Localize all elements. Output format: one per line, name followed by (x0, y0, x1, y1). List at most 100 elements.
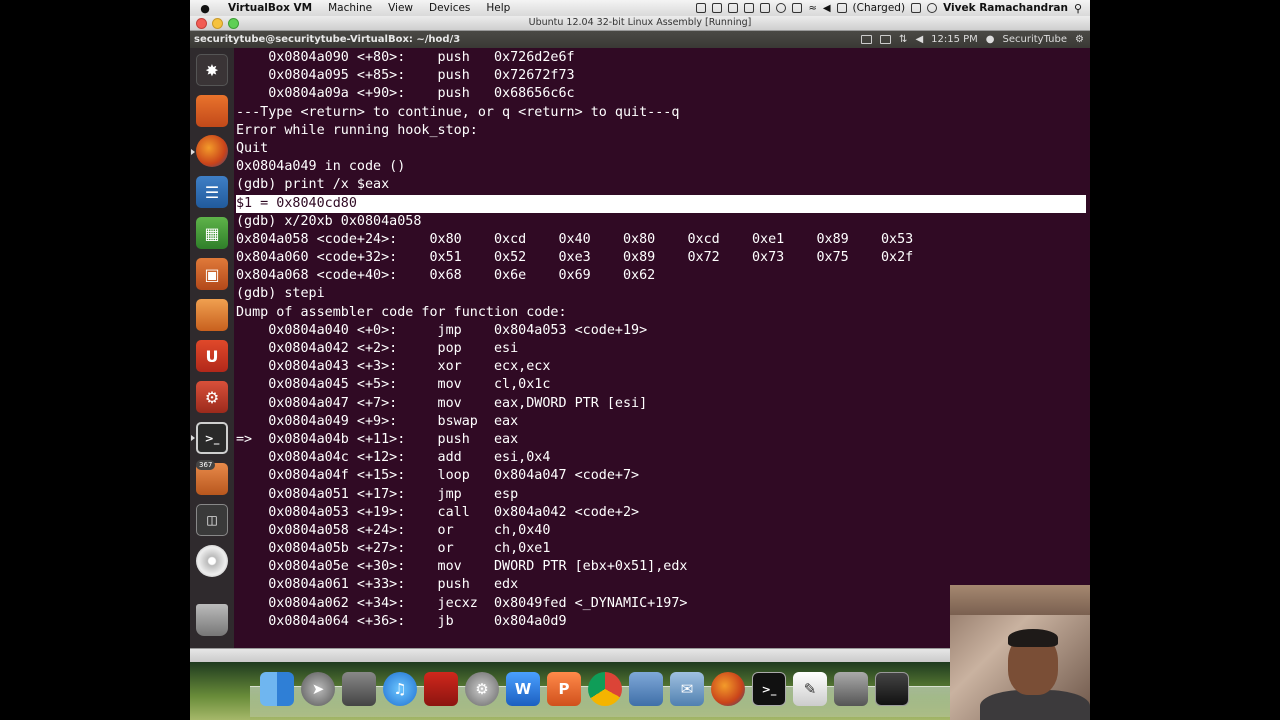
workspaces-icon[interactable]: ◫ (196, 504, 228, 536)
sound-indicator-icon[interactable]: ◀ (915, 34, 923, 45)
firefox-icon[interactable] (196, 135, 228, 167)
terminal-line[interactable]: 0x0804a049 in code () (236, 158, 1086, 176)
terminal-line[interactable]: 0x0804a095 <+85>: push 0x72672f73 (236, 67, 1086, 85)
firefox-icon[interactable] (711, 672, 745, 706)
impress-icon[interactable]: ▣ (196, 258, 228, 290)
network-indicator-icon[interactable]: ⇅ (899, 34, 907, 45)
terminal-line[interactable]: ---Type <return> to continue, or q <retu… (236, 104, 1086, 122)
running-indicator (191, 149, 195, 155)
ubuntu-launcher: ✸ ☰ ▦ ▣ U ⚙ >_ 367 ◫ (190, 48, 235, 648)
presenter-hair (1008, 629, 1058, 647)
battery-indicator-icon[interactable] (880, 35, 892, 44)
session-gear-icon[interactable]: ⚙ (1075, 34, 1084, 45)
terminal-icon[interactable]: >_ (752, 672, 786, 706)
writer-icon[interactable]: ☰ (196, 176, 228, 208)
terminal-line[interactable]: 0x804a068 <code+40>: 0x68 0x6e 0x69 0x62 (236, 267, 1086, 285)
terminal-line[interactable]: (gdb) stepi (236, 285, 1086, 303)
terminal-line[interactable]: 0x0804a053 <+19>: call 0x804a042 <code+2… (236, 504, 1086, 522)
terminal-line[interactable]: 0x0804a05b <+27>: or ch,0xe1 (236, 540, 1086, 558)
textedit-icon[interactable]: ✎ (793, 672, 827, 706)
panel-clock[interactable]: 12:15 PM (931, 34, 978, 45)
mac-dock: ➤ ♫ ⚙ W P ✉ >_ ✎ (190, 662, 950, 720)
terminal-line[interactable]: 0x0804a043 <+3>: xor ecx,ecx (236, 358, 1086, 376)
terminal-icon[interactable]: >_ (196, 422, 228, 454)
terminal-line[interactable]: Error while running hook_stop: (236, 122, 1086, 140)
terminal-line[interactable]: 0x0804a045 <+5>: mov cl,0x1c (236, 376, 1086, 394)
user-icon[interactable] (927, 3, 938, 13)
terminal-line[interactable]: 0x804a058 <code+24>: 0x80 0xcd 0x40 0x80… (236, 231, 1086, 249)
word-icon[interactable]: W (506, 672, 540, 706)
screen: ● VirtualBox VM Machine View Devices Hel… (0, 0, 1280, 720)
terminal-line[interactable]: 0x804a060 <code+32>: 0x51 0x52 0xe3 0x89… (236, 249, 1086, 267)
cd-drive-icon[interactable] (196, 545, 228, 577)
terminal-line[interactable]: => 0x0804a04b <+11>: push eax (236, 431, 1086, 449)
calc-icon[interactable]: ▦ (196, 217, 228, 249)
terminal-line[interactable]: 0x0804a05e <+30>: mov DWORD PTR [ebx+0x5… (236, 558, 1086, 576)
terminal-line[interactable]: 0x0804a04c <+12>: add esi,0x4 (236, 449, 1086, 467)
launchpad-icon[interactable]: ➤ (301, 672, 335, 706)
ubuntu-top-panel: securitytube@securitytube-VirtualBox: ~/… (190, 31, 1090, 48)
menu-app-name[interactable]: VirtualBox VM (220, 2, 320, 14)
menu-help[interactable]: Help (478, 2, 518, 14)
terminal-line[interactable]: 0x0804a04f <+15>: loop 0x804a047 <code+7… (236, 467, 1086, 485)
menu-machine[interactable]: Machine (320, 2, 380, 14)
window-icon[interactable] (712, 3, 723, 13)
apple-menu-icon[interactable]: ● (190, 2, 220, 15)
spotlight-search-icon[interactable]: ⚲ (1074, 2, 1082, 15)
preview-icon[interactable] (342, 672, 376, 706)
terminal-line[interactable]: (gdb) x/20xb 0x0804a058 (236, 213, 1086, 231)
terminal-line[interactable]: 0x0804a049 <+9>: bswap eax (236, 413, 1086, 431)
battery-icon[interactable] (836, 3, 847, 13)
sync-icon[interactable] (760, 3, 771, 13)
terminal-line[interactable]: (gdb) print /x $eax (236, 176, 1086, 194)
vm-window-title: Ubuntu 12.04 32-bit Linux Assembly [Runn… (528, 17, 752, 28)
webcam-overlay (950, 585, 1090, 720)
volume-icon[interactable]: ◀ (823, 3, 831, 14)
dash-icon[interactable]: ✸ (196, 54, 228, 86)
terminal-line[interactable]: 0x0804a090 <+80>: push 0x726d2e6f (236, 49, 1086, 67)
terminal-line-selected[interactable]: $1 = 0x8040cd80 (236, 194, 1086, 213)
clipboard-icon[interactable] (728, 3, 739, 13)
chrome-icon[interactable] (588, 672, 622, 706)
terminal-output[interactable]: 0x0804a090 <+80>: push 0x726d2e6f 0x0804… (236, 49, 1086, 631)
terminal-line[interactable]: Dump of assembler code for function code… (236, 304, 1086, 322)
finder-icon[interactable] (260, 672, 294, 706)
terminal-line[interactable]: 0x0804a058 <+24>: or ch,0x40 (236, 522, 1086, 540)
software-center-icon[interactable] (196, 299, 228, 331)
dropbox-icon[interactable] (744, 3, 755, 13)
terminal-line[interactable]: 0x0804a051 <+17>: jmp esp (236, 486, 1086, 504)
terminal-line[interactable]: 0x0804a047 <+7>: mov eax,DWORD PTR [esi] (236, 395, 1086, 413)
photos-icon[interactable] (834, 672, 868, 706)
screen-capture-icon[interactable] (696, 3, 707, 13)
photo-booth-icon[interactable] (424, 672, 458, 706)
mac-menubar: ● VirtualBox VM Machine View Devices Hel… (190, 0, 1090, 17)
screen-icon[interactable] (875, 672, 909, 706)
mail-indicator-icon[interactable] (861, 35, 873, 44)
battery-status[interactable]: (Charged) (853, 2, 906, 14)
bluetooth-icon[interactable] (792, 3, 803, 13)
trash-icon[interactable] (196, 604, 228, 636)
menu-devices[interactable]: Devices (421, 2, 478, 14)
vm-window-titlebar[interactable]: Ubuntu 12.04 32-bit Linux Assembly [Runn… (190, 16, 1090, 31)
powerpoint-icon[interactable]: P (547, 672, 581, 706)
terminal-line[interactable]: 0x0804a040 <+0>: jmp 0x804a053 <code+19> (236, 322, 1086, 340)
virtualbox-icon[interactable] (629, 672, 663, 706)
menubar-user-name[interactable]: Vivek Ramachandran (943, 2, 1068, 14)
terminal-line[interactable]: Quit (236, 140, 1086, 158)
terminal-line[interactable]: 0x0804a09a <+90>: push 0x68656c6c (236, 85, 1086, 103)
terminal-window[interactable]: 0x0804a090 <+80>: push 0x726d2e6f 0x0804… (234, 48, 1090, 648)
system-preferences-icon[interactable]: ⚙ (465, 672, 499, 706)
user-indicator-icon[interactable]: ● (986, 34, 995, 45)
ubuntu-one-icon[interactable]: U (196, 340, 228, 372)
itunes-icon[interactable]: ♫ (383, 672, 417, 706)
mail-icon[interactable]: ✉ (670, 672, 704, 706)
wifi-icon[interactable]: ≈ (808, 3, 816, 14)
terminal-line[interactable]: 0x0804a042 <+2>: pop esi (236, 340, 1086, 358)
system-settings-icon[interactable]: ⚙ (196, 381, 228, 413)
time-machine-icon[interactable] (776, 3, 787, 13)
files-icon[interactable] (196, 95, 228, 127)
panel-user-name[interactable]: SecurityTube (1003, 34, 1068, 45)
display-icon[interactable] (911, 3, 922, 13)
active-window-title: securitytube@securitytube-VirtualBox: ~/… (194, 34, 461, 45)
menu-view[interactable]: View (380, 2, 421, 14)
